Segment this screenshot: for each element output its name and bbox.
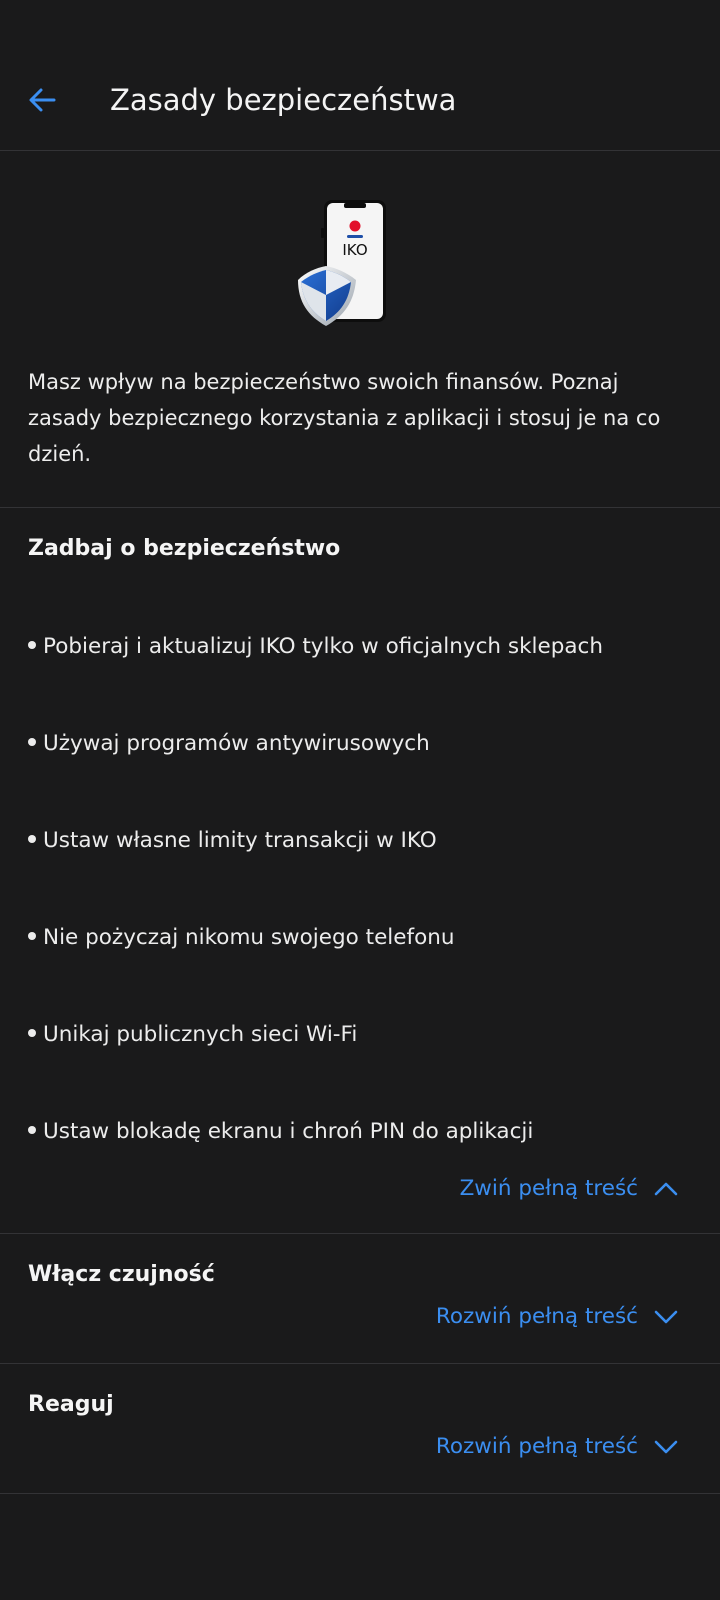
section-title: Zadbaj o bezpieczeństwo xyxy=(28,536,341,561)
list-item: Unikaj publicznych sieci Wi-Fi xyxy=(28,1020,357,1050)
section-title: Reaguj xyxy=(28,1392,114,1417)
chevron-down-icon xyxy=(652,1433,680,1461)
section-zadbaj-o-bezpieczenstwo: Zadbaj o bezpieczeństwo Pobieraj i aktua… xyxy=(0,508,720,1234)
app-bar: Zasady bezpieczeństwa xyxy=(0,0,720,151)
chevron-up-icon xyxy=(652,1175,680,1203)
expand-button-label: Rozwiń pełną treść xyxy=(435,1434,638,1459)
section-title: Włącz czujność xyxy=(28,1262,215,1287)
bullet-dot xyxy=(28,738,36,746)
list-item: Nie pożyczaj nikomu swojego telefonu xyxy=(28,923,454,953)
list-item: Ustaw blokadę ekranu i chroń PIN do apli… xyxy=(28,1117,533,1147)
section-wlacz-czujnosc: Włącz czujność Rozwiń pełną treść xyxy=(0,1234,720,1364)
list-item-label: Unikaj publicznych sieci Wi-Fi xyxy=(43,1022,358,1047)
arrow-left-icon xyxy=(29,88,56,112)
list-item-label: Używaj programów antywirusowych xyxy=(43,731,430,756)
bullet-dot xyxy=(28,932,36,940)
chevron-down-icon xyxy=(652,1303,680,1331)
list-item-label: Nie pożyczaj nikomu swojego telefonu xyxy=(43,925,455,950)
bullet-dot xyxy=(28,1029,36,1037)
list-item: Używaj programów antywirusowych xyxy=(28,729,430,759)
page-title: Zasady bezpieczeństwa xyxy=(110,83,457,117)
expand-button[interactable]: Rozwiń pełną treść xyxy=(436,1302,680,1332)
bullet-dot xyxy=(28,641,36,649)
back-button[interactable] xyxy=(20,78,64,122)
phone-shield-icon: IKO xyxy=(296,198,396,333)
section-reaguj: Reaguj Rozwiń pełną treść xyxy=(0,1364,720,1494)
hero-section: IKO Masz wpływ na bezpieczeństwo swoich … xyxy=(0,150,720,508)
list-item-label: Ustaw własne limity transakcji w IKO xyxy=(43,828,437,853)
collapse-button-label: Zwiń pełną treść xyxy=(459,1176,638,1201)
list-item-label: Pobieraj i aktualizuj IKO tylko w oficja… xyxy=(43,634,603,659)
bullet-dot xyxy=(28,1126,36,1134)
expand-button[interactable]: Rozwiń pełną treść xyxy=(436,1432,680,1462)
expand-button-label: Rozwiń pełną treść xyxy=(435,1304,638,1329)
collapse-button[interactable]: Zwiń pełną treść xyxy=(460,1174,680,1204)
bullet-dot xyxy=(28,835,36,843)
list-item: Ustaw własne limity transakcji w IKO xyxy=(28,826,437,856)
intro-text: Masz wpływ na bezpieczeństwo swoich fina… xyxy=(28,370,661,466)
list-item: Pobieraj i aktualizuj IKO tylko w oficja… xyxy=(28,632,603,662)
phone-label: IKO xyxy=(342,241,367,259)
list-item-label: Ustaw blokadę ekranu i chroń PIN do apli… xyxy=(43,1119,534,1144)
